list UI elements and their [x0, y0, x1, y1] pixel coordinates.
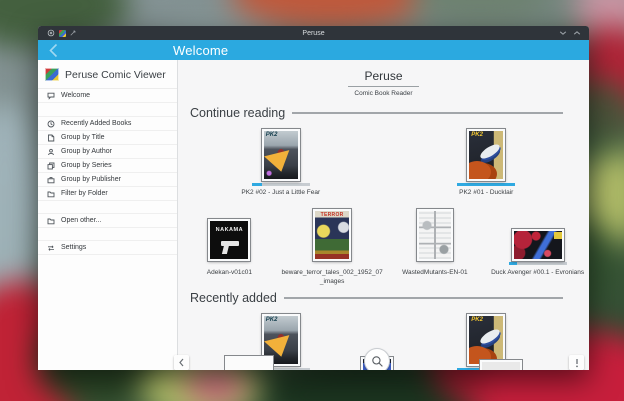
book-title: Adekan-v01c01: [207, 269, 252, 278]
clock-icon: [47, 120, 55, 128]
sidebar-item-recently-added-books[interactable]: Recently Added Books: [38, 117, 177, 131]
sidebar-separator: [38, 201, 177, 214]
cover-logo: PK2: [471, 317, 483, 323]
folder-icon: [47, 190, 55, 198]
sidebar-app-header: Peruse Comic Viewer: [38, 60, 177, 89]
folder-open-icon: [47, 217, 55, 225]
chevron-left-icon: [178, 358, 185, 367]
app-subtitle: Comic Book Reader: [178, 90, 589, 97]
book-tile[interactable]: PK2 PK2 #02 - Just a Little Fear: [241, 125, 320, 198]
book-title: beware_terror_tales_002_1952_07_images: [281, 269, 384, 287]
global-drawer-handle[interactable]: [174, 355, 189, 370]
book-tile[interactable]: Duck Avenger #00.1 - Evronians: [491, 205, 584, 287]
search-button[interactable]: [364, 348, 390, 370]
book-title: PK2 #01 - Ducklair: [459, 189, 513, 198]
sidebar-item-settings[interactable]: Settings: [38, 241, 177, 255]
book-cover: PK2: [262, 129, 300, 181]
book-cover: TERROR: [313, 209, 351, 261]
sidebar-item-group-by-series[interactable]: Group by Series: [38, 159, 177, 173]
sidebar-item-group-by-author[interactable]: Group by Author: [38, 145, 177, 159]
sidebar-item-group-by-title[interactable]: Group by Title: [38, 131, 177, 145]
book-cover: PK2: [467, 129, 505, 181]
section-heading-recently-added: Recently added: [190, 291, 277, 305]
sidebar-item-open-other[interactable]: Open other...: [38, 214, 177, 228]
app-header: Welcome: [38, 40, 589, 60]
back-button[interactable]: [42, 40, 64, 60]
cover-logo: PK2: [266, 132, 278, 138]
section-rule: [292, 112, 563, 114]
search-icon: [371, 355, 384, 368]
book-cover-partial[interactable]: [480, 360, 522, 370]
document-icon: [47, 134, 55, 142]
cover-logo: PK2: [266, 317, 278, 323]
book-tile[interactable]: NAKAMA Adekan-v01c01: [207, 205, 252, 287]
global-drawer: Peruse Comic Viewer Welcome Recently Add…: [38, 60, 178, 370]
context-drawer-handle[interactable]: [569, 355, 584, 370]
peruse-window: Peruse Welcome Peruse Comic Viewer: [38, 26, 589, 370]
read-progress-bar: [509, 262, 567, 265]
sidebar-item-group-by-publisher[interactable]: Group by Publisher: [38, 173, 177, 187]
book-cover-partial[interactable]: [225, 356, 273, 370]
main-content: Peruse Comic Book Reader Continue readin…: [178, 60, 589, 370]
read-progress-bar: [457, 183, 515, 186]
book-cover: [512, 229, 564, 261]
speech-bubble-icon: [47, 92, 55, 100]
app-name: Peruse: [348, 69, 418, 87]
book-tile[interactable]: PK2 PK2 #01 - Ducklair: [457, 125, 515, 198]
book-title: WastedMutants-EN-01: [402, 269, 468, 278]
sidebar-app-title: Peruse Comic Viewer: [65, 69, 166, 81]
cover-text: NAKAMA: [210, 227, 248, 233]
book-cover: [417, 209, 453, 261]
book-title: PK2 #02 - Just a Little Fear: [241, 189, 320, 198]
gun-graphic: [221, 241, 239, 246]
book-cover: PK2: [467, 314, 505, 366]
person-icon: [47, 148, 55, 156]
briefcase-icon: [47, 176, 55, 184]
sidebar-separator: [38, 228, 177, 241]
cover-logo: PK2: [471, 132, 483, 138]
sidebar-separator: [38, 103, 177, 117]
section-heading-continue-reading: Continue reading: [190, 106, 285, 120]
window-titlebar[interactable]: Peruse: [38, 26, 589, 40]
window-title: Peruse: [38, 30, 589, 37]
copies-icon: [47, 162, 55, 170]
cover-text: TERROR: [315, 212, 349, 218]
page-title: Welcome: [173, 43, 228, 58]
sidebar-item-filter-by-folder[interactable]: Filter by Folder: [38, 187, 177, 201]
book-tile[interactable]: TERROR beware_terror_tales_002_1952_07_i…: [281, 205, 384, 287]
exclamation-icon: [575, 358, 579, 368]
chevron-left-icon: [48, 43, 59, 58]
settings-icon: [47, 244, 55, 252]
book-tile[interactable]: WastedMutants-EN-01: [402, 205, 468, 287]
section-rule: [284, 297, 563, 299]
book-cover: NAKAMA: [208, 219, 250, 261]
read-progress-bar: [252, 183, 310, 186]
sidebar-item-welcome[interactable]: Welcome: [38, 89, 177, 103]
book-title: Duck Avenger #00.1 - Evronians: [491, 269, 584, 278]
peruse-app-icon: [45, 68, 59, 81]
